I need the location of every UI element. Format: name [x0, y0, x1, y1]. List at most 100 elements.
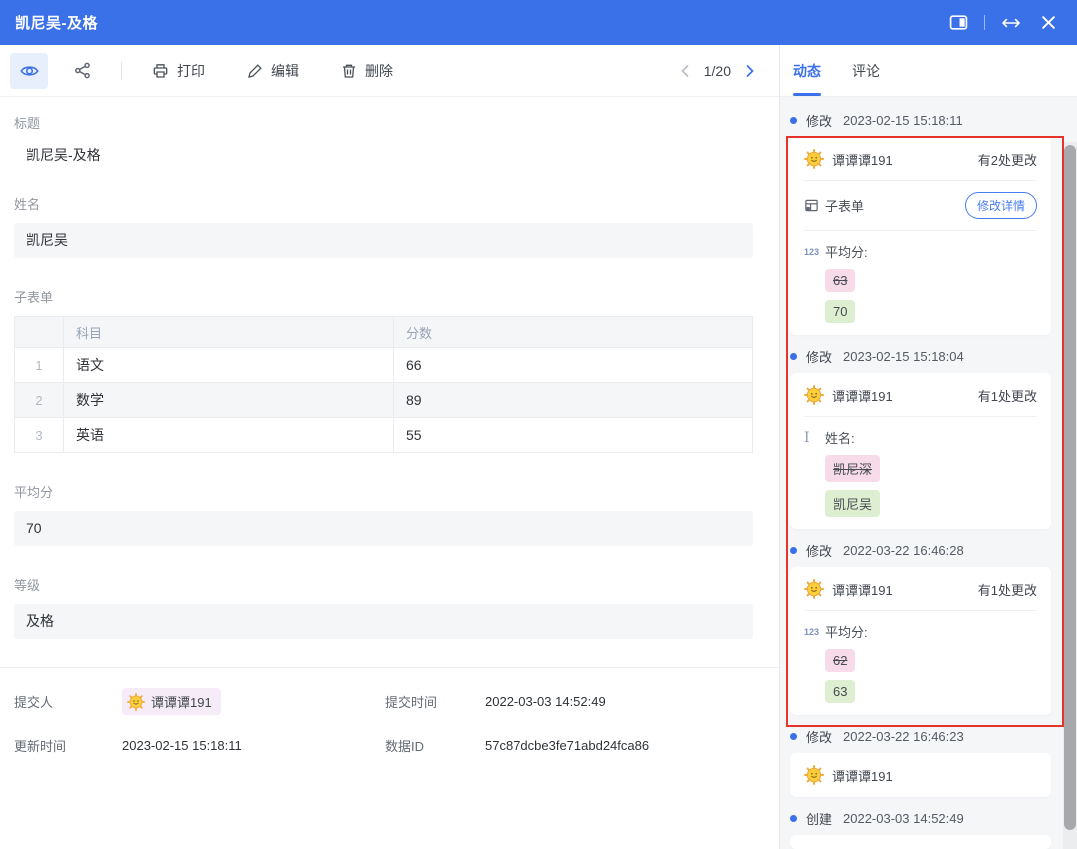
activity-card: 谭谭谭191 有1处更改 123 平均分: 62 63	[790, 567, 1051, 715]
row-score: 55	[394, 418, 753, 453]
entry-action: 修改	[806, 727, 832, 746]
field-subform-label: 子表单	[14, 287, 753, 306]
entry-action: 修改	[806, 347, 832, 366]
submitter-name: 谭谭谭191	[151, 692, 212, 711]
timeline-dot-icon	[790, 733, 797, 740]
expand-horizontal-icon[interactable]	[1000, 12, 1022, 34]
changed-field-name: 平均分:	[825, 622, 868, 641]
entry-time: 2022-03-22 16:46:23	[843, 729, 964, 744]
submit-time-value: 2022-03-03 14:52:49	[485, 694, 753, 709]
subform-field-icon	[804, 198, 825, 213]
table-row: 3 英语 55	[15, 418, 753, 453]
user-avatar	[804, 385, 824, 405]
toolbar-divider	[121, 62, 122, 80]
change-count-badge: 有1处更改	[978, 386, 1037, 405]
old-value-chip: 62	[825, 649, 855, 672]
field-name-label: 姓名	[14, 194, 753, 213]
timeline-dot-icon	[790, 117, 797, 124]
next-record-icon[interactable]	[745, 64, 755, 78]
entry-action: 修改	[806, 111, 832, 130]
entry-time: 2022-03-22 16:46:28	[843, 543, 964, 558]
user-avatar	[804, 579, 824, 599]
row-score: 66	[394, 348, 753, 383]
activity-card: 谭谭谭191 有2处更改 子表单 修改详情 123 平均分: 63 70	[790, 137, 1051, 335]
row-index: 3	[15, 418, 64, 453]
subform-score-header: 分数	[394, 317, 753, 348]
table-row: 1 语文 66	[15, 348, 753, 383]
print-label: 打印	[177, 61, 205, 81]
user-row: 谭谭谭191 有1处更改	[804, 385, 1037, 405]
subform-index-header	[15, 317, 64, 348]
activity-list: 修改 2023-02-15 15:18:11 谭谭谭191 有2处更改 子表单 …	[780, 97, 1077, 849]
entry-action: 创建	[806, 809, 832, 828]
field-change-row: 123 平均分:	[804, 622, 1037, 641]
new-value-chip: 70	[825, 300, 855, 323]
timeline-dot-icon	[790, 353, 797, 360]
new-value-chip: 63	[825, 680, 855, 703]
record-toolbar: 打印 编辑 删除 1/20	[0, 45, 779, 97]
entry-time: 2023-02-15 15:18:04	[843, 349, 964, 364]
toggle-sidebar-icon[interactable]	[947, 12, 969, 34]
form-content: 标题 凯尼吴-及格 姓名 凯尼吴 子表单 科目 分数 1 语文 66	[0, 97, 779, 755]
sidebar-tabs: 动态 评论	[780, 45, 1077, 97]
view-mode-button[interactable]	[10, 53, 48, 89]
field-change-row: I 姓名:	[804, 428, 1037, 447]
prev-record-icon[interactable]	[680, 64, 690, 78]
old-value-chip: 63	[825, 269, 855, 292]
share-icon[interactable]	[74, 62, 91, 79]
change-count-badge: 有1处更改	[978, 580, 1037, 599]
submitter-cell: 谭谭谭191	[122, 688, 385, 716]
field-average-value: 70	[14, 511, 753, 546]
titlebar-actions	[947, 12, 1059, 34]
window-title: 凯尼吴-及格	[15, 12, 98, 33]
edit-label: 编辑	[271, 61, 299, 81]
edit-button[interactable]: 编辑	[247, 61, 299, 81]
field-grade: 等级 及格	[14, 575, 753, 639]
user-name: 谭谭谭191	[832, 766, 893, 785]
entry-time: 2023-02-15 15:18:11	[843, 113, 963, 128]
submit-time-label: 提交时间	[385, 692, 485, 711]
field-title-label: 标题	[14, 113, 753, 132]
changed-field-name: 姓名:	[825, 428, 855, 447]
delete-button[interactable]: 删除	[341, 61, 393, 81]
card-divider	[804, 416, 1037, 417]
field-grade-value: 及格	[14, 604, 753, 639]
activity-entry-header: 修改 2023-02-15 15:18:11	[790, 111, 1051, 129]
titlebar-divider	[984, 15, 985, 30]
print-button[interactable]: 打印	[152, 61, 205, 81]
field-grade-label: 等级	[14, 575, 753, 594]
entry-time: 2022-03-03 14:52:49	[843, 811, 964, 826]
activity-entry-header: 修改 2023-02-15 15:18:04	[790, 347, 1051, 365]
scrollbar-thumb[interactable]	[1064, 145, 1076, 830]
submitter-chip: 谭谭谭191	[122, 688, 221, 715]
change-values: 凯尼深 凯尼吴	[804, 455, 1037, 517]
field-change-row: 123 平均分:	[804, 242, 1037, 261]
user-avatar	[804, 765, 824, 785]
close-icon[interactable]	[1037, 12, 1059, 34]
tab-activity[interactable]: 动态	[793, 45, 821, 96]
change-values: 63 70	[804, 269, 1037, 323]
record-meta: 提交人 谭谭谭191 提交时间 2022-03-03 14:52:49 更新时间…	[14, 668, 753, 755]
tab-comments[interactable]: 评论	[852, 45, 880, 96]
change-detail-button[interactable]: 修改详情	[965, 192, 1037, 219]
user-avatar	[127, 693, 145, 711]
update-time-label: 更新时间	[14, 736, 122, 755]
user-row: 谭谭谭191 有2处更改	[804, 149, 1037, 169]
user-row: 谭谭谭191	[804, 765, 1037, 785]
new-value-chip: 凯尼吴	[825, 490, 880, 517]
row-score: 89	[394, 383, 753, 418]
timeline-dot-icon	[790, 815, 797, 822]
timeline-dot-icon	[790, 547, 797, 554]
subform-table: 科目 分数 1 语文 66 2 数学 89 3 英语 55	[14, 316, 753, 453]
activity-card: 谭谭谭191	[790, 753, 1051, 797]
subform-change-row: 子表单 修改详情	[804, 192, 1037, 219]
user-name: 谭谭谭191	[832, 386, 893, 405]
activity-card	[790, 835, 1051, 849]
activity-entry-header: 修改 2022-03-22 16:46:23	[790, 727, 1051, 745]
delete-label: 删除	[365, 61, 393, 81]
changed-field-name: 子表单	[825, 196, 864, 215]
card-divider	[804, 610, 1037, 611]
user-row: 谭谭谭191 有1处更改	[804, 579, 1037, 599]
sidebar-scrollbar	[1063, 142, 1077, 849]
row-subject: 英语	[64, 418, 394, 453]
